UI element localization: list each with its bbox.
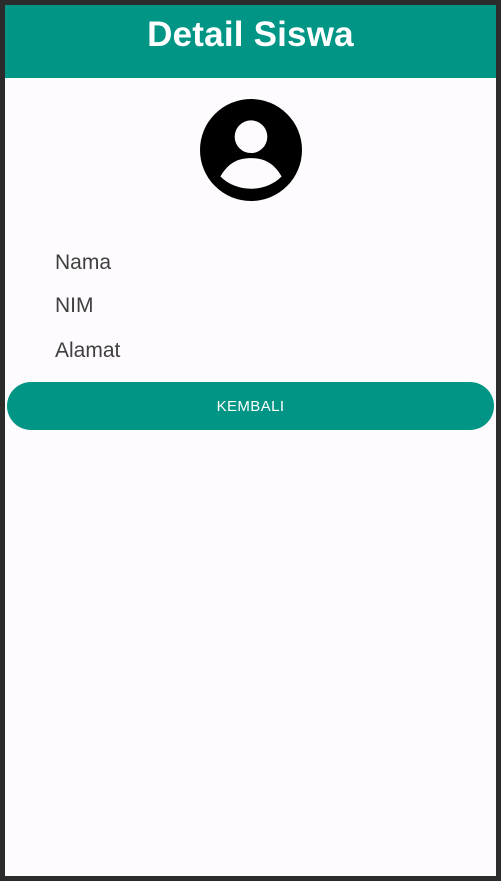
app-screen: Detail Siswa Nama NIM Alamat KEMBALI: [5, 5, 496, 876]
back-button-label: KEMBALI: [216, 397, 285, 415]
student-name-label: Nama: [55, 251, 112, 274]
app-bar: Detail Siswa: [5, 5, 496, 78]
account-circle-icon: [200, 99, 302, 201]
back-button[interactable]: KEMBALI: [7, 382, 494, 430]
page-title: Detail Siswa: [147, 15, 354, 54]
student-address-label: Alamat: [55, 339, 121, 362]
student-nim-label: NIM: [55, 294, 94, 317]
